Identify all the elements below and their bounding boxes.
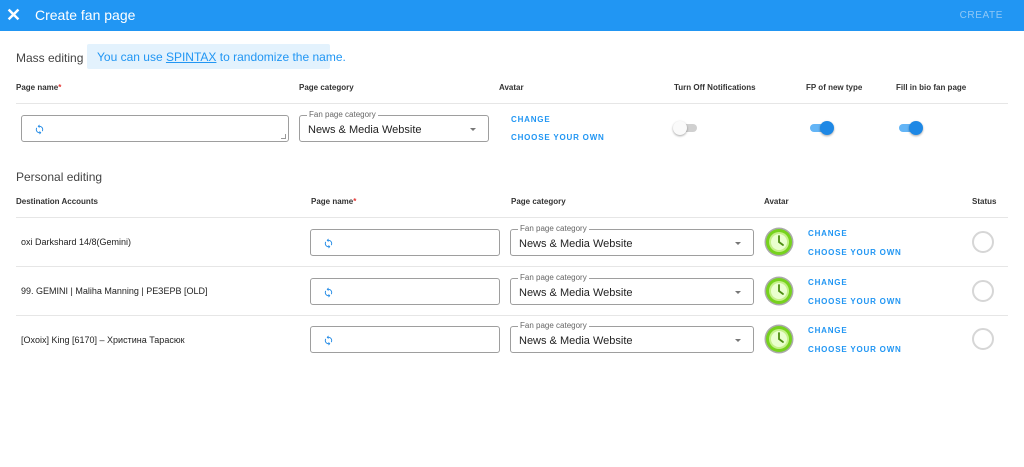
refresh-icon[interactable] <box>323 287 334 298</box>
avatar-change-button[interactable]: CHANGE <box>808 278 847 287</box>
category-legend: Fan page category <box>518 321 589 330</box>
refresh-icon[interactable] <box>323 238 334 249</box>
avatar-change-button[interactable]: CHANGE <box>808 326 847 335</box>
avatar-choose-own-button[interactable]: CHOOSE YOUR OWN <box>808 345 902 354</box>
status-indicator <box>972 280 994 302</box>
mass-header-fill-bio: Fill in bio fan page <box>896 83 967 92</box>
mass-header-turn-off-notifications: Turn Off Notifications <box>674 83 756 92</box>
divider <box>16 266 1008 267</box>
category-legend: Fan page category <box>518 224 589 233</box>
chevron-down-icon <box>735 291 741 294</box>
hint-text-end: to randomize the name. <box>216 50 346 64</box>
mass-avatar-choose-own-button[interactable]: CHOOSE YOUR OWN <box>511 133 605 142</box>
header-destination-accounts: Destination Accounts <box>16 197 98 206</box>
header-page-name: Page name* <box>311 197 357 206</box>
avatar-choose-own-button[interactable]: CHOOSE YOUR OWN <box>808 297 902 306</box>
personal-editing-label: Personal editing <box>16 170 103 184</box>
resize-handle[interactable] <box>281 134 286 139</box>
hint-text: You can use <box>97 50 166 64</box>
avatar-change-button[interactable]: CHANGE <box>808 229 847 238</box>
category-value: News & Media Website <box>519 335 633 347</box>
spintax-hint: You can use SPINTAX to randomize the nam… <box>87 44 346 69</box>
category-legend: Fan page category <box>518 273 589 282</box>
page-name-input[interactable] <box>310 229 500 256</box>
category-legend: Fan page category <box>307 110 378 119</box>
category-value: News & Media Website <box>519 287 633 299</box>
category-value: News & Media Website <box>519 238 633 250</box>
mass-header-avatar: Avatar <box>499 83 524 92</box>
divider <box>16 315 1008 316</box>
status-indicator <box>972 328 994 350</box>
account-name: 99. GEMINI | Maliha Manning | РЕЗЕРВ [OL… <box>21 286 208 296</box>
refresh-icon[interactable] <box>34 124 45 135</box>
category-select[interactable]: Fan page category News & Media Website <box>510 321 754 353</box>
top-bar: ✕ Create fan page CREATE <box>0 0 1024 31</box>
header-page-category: Page category <box>511 197 566 206</box>
mass-page-name-input[interactable] <box>21 115 289 142</box>
account-name: [Oxoix] King [6170] – Христина Тарасюк <box>21 335 185 345</box>
create-button[interactable]: CREATE <box>960 10 1003 21</box>
clock-icon <box>764 324 794 354</box>
close-icon[interactable]: ✕ <box>6 6 21 24</box>
category-select[interactable]: Fan page category News & Media Website <box>510 273 754 305</box>
mass-category-select[interactable]: Fan page category News & Media Website <box>299 110 489 142</box>
mass-header-fp-new-type: FP of new type <box>806 83 863 92</box>
fill-bio-toggle[interactable] <box>897 121 923 135</box>
divider <box>16 103 1008 104</box>
spintax-link[interactable]: SPINTAX <box>166 50 216 64</box>
chevron-down-icon <box>470 128 476 131</box>
mass-avatar-change-button[interactable]: CHANGE <box>511 115 550 124</box>
chevron-down-icon <box>735 339 741 342</box>
avatar-choose-own-button[interactable]: CHOOSE YOUR OWN <box>808 248 902 257</box>
mass-header-page-name: Page name* <box>16 83 62 92</box>
fp-new-type-toggle[interactable] <box>808 121 834 135</box>
mass-editing-label: Mass editing <box>16 51 84 65</box>
turn-off-notifications-toggle[interactable] <box>673 121 699 135</box>
dialog-title: Create fan page <box>35 7 136 23</box>
refresh-icon[interactable] <box>323 335 334 346</box>
clock-icon <box>764 276 794 306</box>
account-name: oxi Darkshard 14/8(Gemini) <box>21 237 132 247</box>
header-status: Status <box>972 197 997 206</box>
category-select[interactable]: Fan page category News & Media Website <box>510 224 754 256</box>
chevron-down-icon <box>735 242 741 245</box>
divider <box>16 217 1008 218</box>
header-avatar: Avatar <box>764 197 789 206</box>
status-indicator <box>972 231 994 253</box>
category-value: News & Media Website <box>308 124 422 136</box>
clock-icon <box>764 227 794 257</box>
page-name-input[interactable] <box>310 278 500 305</box>
mass-header-page-category: Page category <box>299 83 354 92</box>
page-name-input[interactable] <box>310 326 500 353</box>
